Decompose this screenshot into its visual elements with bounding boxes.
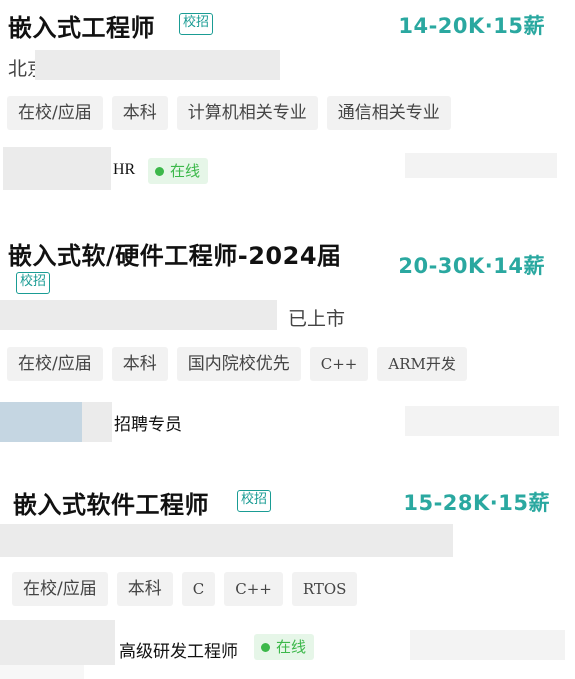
job-card[interactable]: 嵌入式工程师 校招 14-20K·15薪 北京 在校/应届 本科 计算机相关专业… (0, 0, 575, 210)
tag: C++ (309, 347, 369, 381)
job-tags: 在校/应届 本科 国内院校优先 C++ ARM开发 (7, 347, 467, 381)
campus-badge: 校招 (237, 490, 272, 512)
online-label: 在线 (170, 162, 201, 180)
avatar (3, 147, 111, 190)
redacted-company (35, 50, 280, 80)
salary: 14-20K·15薪 (398, 14, 545, 38)
tag: C (181, 572, 216, 606)
job-card[interactable]: 嵌入式软件工程师 校招 15-28K·15薪 在校/应届 本科 C C++ RT… (0, 460, 575, 679)
campus-badge: 校招 (16, 272, 51, 294)
salary: 15-28K·15薪 (403, 491, 550, 515)
tag: 国内院校优先 (176, 347, 301, 381)
job-tags: 在校/应届 本科 计算机相关专业 通信相关专业 (7, 96, 451, 130)
avatar-edge (82, 402, 112, 442)
redacted-info (410, 630, 565, 660)
redacted-company (0, 524, 453, 557)
online-dot-icon (155, 166, 164, 176)
job-title[interactable]: 嵌入式工程师 (8, 8, 155, 43)
tag: 本科 (111, 347, 168, 381)
online-label: 在线 (276, 638, 307, 656)
redacted-info (405, 153, 557, 178)
salary: 20-30K·14薪 (398, 254, 545, 278)
redacted-company (0, 300, 277, 330)
redacted-info (405, 406, 559, 436)
tag: 计算机相关专业 (176, 96, 318, 130)
tag: 通信相关专业 (326, 96, 451, 130)
job-tags: 在校/应届 本科 C C++ RTOS (12, 572, 358, 606)
tag: 本科 (116, 572, 173, 606)
job-title[interactable]: 嵌入式软/硬件工程师-2024届 (8, 236, 342, 271)
tag: 在校/应届 (7, 96, 103, 130)
avatar-lower (0, 665, 84, 679)
online-dot-icon (261, 642, 270, 652)
online-status: 在线 (148, 158, 209, 184)
avatar (0, 620, 115, 665)
recruiter-title: HR (113, 161, 136, 178)
tag: 在校/应届 (12, 572, 108, 606)
tag: RTOS (291, 572, 358, 606)
tag: ARM开发 (377, 347, 467, 381)
recruiter-title: 高级研发工程师 (119, 642, 238, 662)
company-status: 已上市 (288, 308, 346, 330)
job-card[interactable]: 嵌入式软/硬件工程师-2024届 校招 20-30K·14薪 已上市 在校/应届… (0, 220, 575, 450)
online-status: 在线 (254, 634, 315, 660)
campus-badge: 校招 (179, 13, 214, 35)
job-title[interactable]: 嵌入式软件工程师 (13, 485, 209, 520)
tag: 本科 (111, 96, 168, 130)
recruiter-title: 招聘专员 (114, 415, 182, 435)
tag: C++ (224, 572, 283, 606)
tag: 在校/应届 (7, 347, 103, 381)
avatar (0, 402, 82, 442)
